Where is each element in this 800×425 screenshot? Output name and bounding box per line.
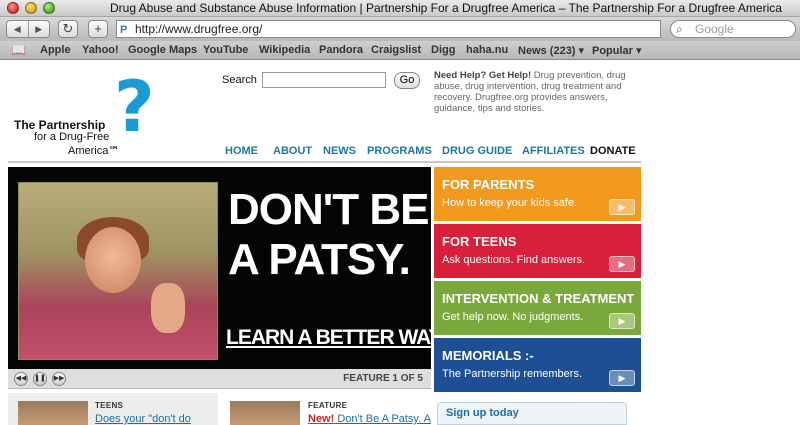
browser-toolbar: ◀ ▶ ↻ + P http://www.drugfree.org/ ⌕ Goo…	[0, 17, 800, 41]
tile-subtitle: Ask questions. Find answers.	[442, 254, 586, 266]
site-search-label: Search	[222, 74, 257, 86]
logo-line-2: for a Drug-Free	[34, 131, 110, 143]
site-search-go-button[interactable]: Go	[394, 72, 420, 89]
tile-for-teens[interactable]: FOR TEENS Ask questions. Find answers. ▶	[434, 224, 641, 278]
help-heading: Need Help? Get Help!	[434, 70, 532, 81]
search-icon: ⌕	[676, 22, 683, 36]
site-search-input[interactable]	[262, 72, 386, 88]
rewind-icon[interactable]: ◀◀	[14, 372, 28, 386]
forward-arrow-icon[interactable]: ▶	[29, 21, 50, 37]
nav-programs[interactable]: PROGRAMS	[367, 145, 432, 157]
bookmark-craigslist[interactable]: Craigslist	[371, 44, 421, 56]
hero-photo-face	[85, 227, 141, 293]
hero-headline-line-2: A PATSY.	[228, 235, 411, 284]
hero-banner[interactable]: DON'T BE A PATSY. LEARN A BETTER WAY.	[8, 167, 445, 369]
tile-memorials[interactable]: MEMORIALS :- The Partnership remembers. …	[434, 338, 641, 392]
nav-about[interactable]: ABOUT	[273, 145, 312, 157]
teens-link[interactable]: Does your "don't do	[95, 413, 191, 425]
site-favicon-icon: P	[120, 24, 128, 36]
bookmark-google-maps[interactable]: Google Maps	[128, 44, 197, 56]
bookmark-haha[interactable]: haha.nu	[466, 44, 508, 56]
bookmarks-book-icon[interactable]: 📖	[11, 43, 26, 57]
logo-line-3: America℠	[68, 145, 120, 157]
bookmark-pandora[interactable]: Pandora	[319, 44, 363, 56]
zoom-window-button[interactable]	[43, 2, 55, 14]
teens-label: TEENS	[95, 401, 124, 410]
logo-line-1: The Partnership	[14, 118, 106, 132]
bookmark-wikipedia[interactable]: Wikipedia	[259, 44, 310, 56]
tile-title: INTERVENTION & TREATMENT	[442, 291, 635, 306]
tile-title: FOR PARENTS	[442, 177, 535, 192]
fast-forward-icon[interactable]: ▶▶	[52, 372, 66, 386]
feature-counter: FEATURE 1 OF 5	[343, 373, 423, 384]
hero-photo-hand	[151, 283, 185, 333]
teens-thumbnail[interactable]	[18, 401, 88, 425]
bookmark-apple[interactable]: Apple	[40, 44, 71, 56]
site-logo[interactable]: ? The Partnership for a Drug-Free Americ…	[14, 66, 155, 162]
back-forward-group: ◀ ▶	[6, 20, 50, 38]
feature-label: FEATURE	[308, 401, 348, 410]
hero-headline-line-1: DON'T BE	[228, 185, 429, 234]
question-mark-logo-icon: ?	[114, 66, 155, 148]
hero-cta-link[interactable]: LEARN A BETTER WAY.	[226, 326, 445, 350]
new-badge: New!	[308, 413, 335, 425]
tile-intervention-treatment[interactable]: INTERVENTION & TREATMENT Get help now. N…	[434, 281, 641, 335]
nav-home[interactable]: HOME	[225, 145, 258, 157]
teens-module: TEENS Does your "don't do	[8, 393, 218, 425]
window-titlebar: Drug Abuse and Substance Abuse Informati…	[0, 0, 800, 17]
feature-link-text: Don't Be A Patsy. A	[337, 413, 431, 425]
help-blurb: Need Help? Get Help! Drug prevention, dr…	[434, 70, 630, 114]
nav-affiliates[interactable]: AFFILIATES	[522, 145, 585, 157]
tile-subtitle: The Partnership remembers.	[442, 368, 582, 380]
address-text: http://www.drugfree.org/	[135, 22, 263, 36]
browser-search-placeholder: Google	[695, 22, 734, 36]
tile-title: FOR TEENS	[442, 234, 517, 249]
nav-drug-guide[interactable]: DRUG GUIDE	[442, 145, 512, 157]
close-window-button[interactable]	[7, 2, 19, 14]
minimize-window-button[interactable]	[25, 2, 37, 14]
feature-link[interactable]: New! Don't Be A Patsy. A	[308, 413, 431, 425]
tile-for-parents[interactable]: FOR PARENTS How to keep your kids safe. …	[434, 167, 641, 221]
add-bookmark-icon[interactable]: +	[88, 20, 108, 38]
reload-icon[interactable]: ↻	[58, 20, 78, 38]
tile-subtitle: How to keep your kids safe.	[442, 197, 578, 209]
pause-icon[interactable]: ❚❚	[33, 372, 47, 386]
play-arrow-icon[interactable]: ▶	[609, 313, 635, 329]
play-arrow-icon[interactable]: ▶	[609, 199, 635, 215]
browser-search-field[interactable]: ⌕ Google	[670, 20, 796, 38]
bookmark-digg[interactable]: Digg	[431, 44, 455, 56]
signup-heading: Sign up today	[446, 407, 519, 419]
signup-panel[interactable]: Sign up today	[437, 402, 627, 425]
feature-thumbnail[interactable]	[230, 401, 300, 425]
back-arrow-icon[interactable]: ◀	[7, 21, 29, 37]
play-arrow-icon[interactable]: ▶	[609, 256, 635, 272]
tile-subtitle: Get help now. No judgments.	[442, 311, 584, 323]
play-arrow-icon[interactable]: ▶	[609, 370, 635, 386]
nav-divider	[8, 161, 641, 163]
nav-news[interactable]: NEWS	[323, 145, 356, 157]
bookmark-youtube[interactable]: YouTube	[203, 44, 248, 56]
nav-donate[interactable]: DONATE	[590, 145, 636, 157]
bookmark-yahoo[interactable]: Yahoo!	[82, 44, 119, 56]
address-bar[interactable]: P http://www.drugfree.org/	[116, 20, 661, 38]
hero-controls-bar: ◀◀ ❚❚ ▶▶ FEATURE 1 OF 5	[8, 369, 431, 389]
window-title: Drug Abuse and Substance Abuse Informati…	[110, 1, 782, 15]
bookmark-popular-folder[interactable]: Popular ▾	[592, 44, 642, 57]
tile-title: MEMORIALS :-	[442, 348, 534, 363]
hero-photo	[18, 182, 218, 360]
bookmarks-bar: 📖 Apple Yahoo! Google Maps YouTube Wikip…	[0, 41, 800, 60]
bookmark-news-folder[interactable]: News (223) ▾	[518, 44, 584, 57]
